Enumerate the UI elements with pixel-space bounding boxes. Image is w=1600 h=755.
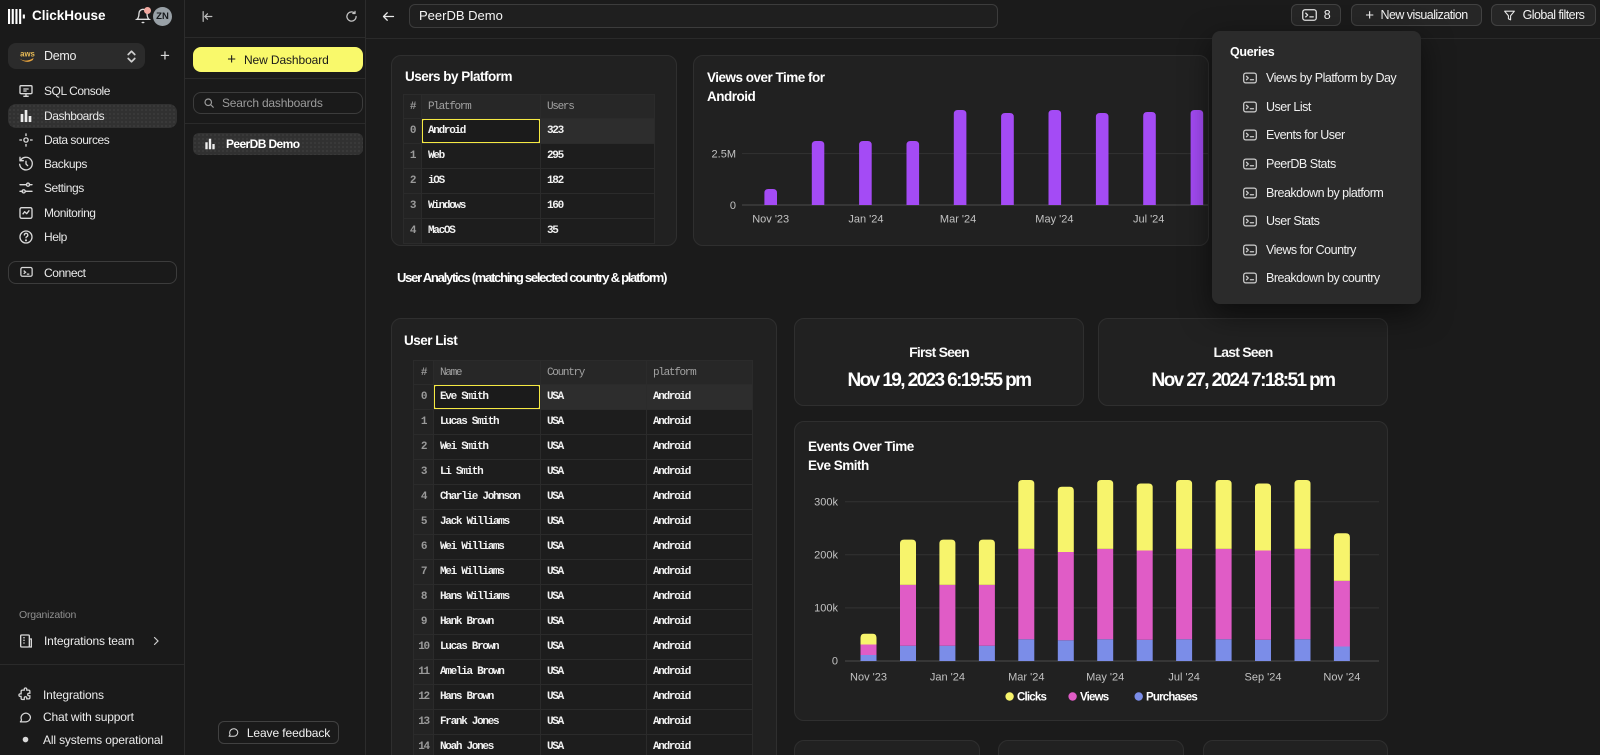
svg-text:Nov '23: Nov '23: [850, 672, 887, 684]
svg-text:Sep '24: Sep '24: [1245, 672, 1282, 684]
svg-text:0: 0: [832, 656, 838, 668]
svg-text:Nov '24: Nov '24: [1323, 672, 1360, 684]
svg-text:Mar '24: Mar '24: [940, 214, 976, 226]
svg-text:Views: Views: [1080, 692, 1109, 704]
svg-text:May '24: May '24: [1086, 672, 1124, 684]
svg-text:aws: aws: [20, 49, 35, 58]
svg-text:100k: 100k: [814, 603, 838, 615]
svg-text:Jan '24: Jan '24: [848, 214, 883, 226]
svg-text:Clicks: Clicks: [1017, 692, 1046, 704]
svg-text:May '24: May '24: [1035, 214, 1073, 226]
svg-text:Nov '23: Nov '23: [752, 214, 789, 226]
svg-text:Purchases: Purchases: [1146, 692, 1197, 704]
svg-text:0: 0: [730, 200, 736, 212]
svg-text:2.5M: 2.5M: [712, 149, 736, 161]
svg-text:Jul '24: Jul '24: [1133, 214, 1164, 226]
svg-text:200k: 200k: [814, 550, 838, 562]
svg-text:Jul '24: Jul '24: [1168, 672, 1199, 684]
svg-text:Mar '24: Mar '24: [1008, 672, 1044, 684]
svg-text:Jan '24: Jan '24: [930, 672, 965, 684]
svg-text:300k: 300k: [814, 496, 838, 508]
